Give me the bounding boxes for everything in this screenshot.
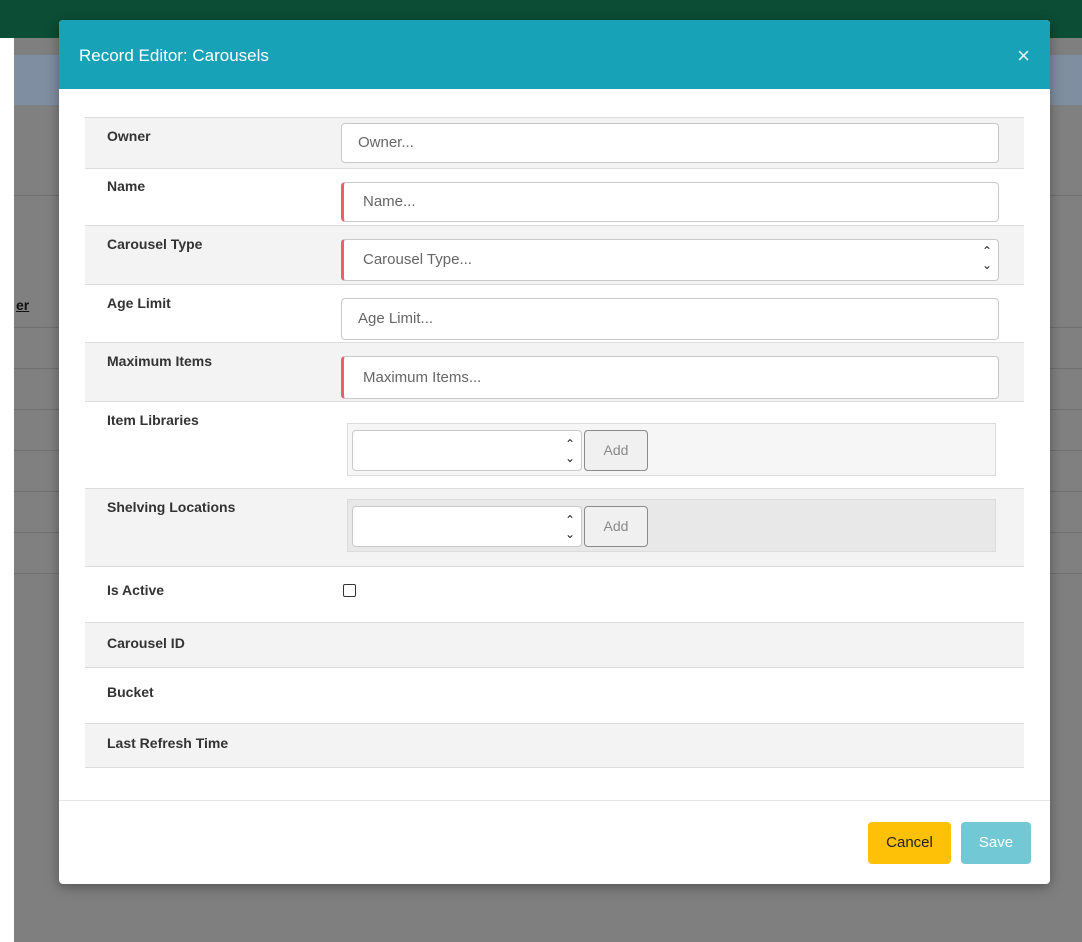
modal-footer: Cancel Save <box>59 800 1050 884</box>
last-refresh-time-row: Last Refresh Time <box>85 724 1024 768</box>
modal-header: Record Editor: Carousels × <box>59 20 1050 89</box>
item-libraries-row: Item Libraries ⌃ ⌄ Add <box>85 402 1024 489</box>
bucket-row: Bucket <box>85 668 1024 724</box>
shelving-locations-row: Shelving Locations ⌃ ⌄ Add <box>85 489 1024 567</box>
background-column-link[interactable]: er <box>16 297 29 313</box>
cancel-button[interactable]: Cancel <box>868 822 951 864</box>
is-active-row: Is Active <box>85 567 1024 623</box>
bucket-label: Bucket <box>107 684 154 700</box>
owner-input[interactable]: Owner... <box>341 123 999 163</box>
select-arrows-icon: ⌃ ⌄ <box>564 437 575 465</box>
record-editor-modal: Record Editor: Carousels × Owner Owner..… <box>59 20 1050 884</box>
item-libraries-box: ⌃ ⌄ Add <box>347 423 996 476</box>
is-active-checkbox[interactable] <box>343 584 356 597</box>
carousel-type-label: Carousel Type <box>107 236 203 252</box>
carousel-id-row: Carousel ID <box>85 623 1024 668</box>
select-arrows-icon: ⌃ ⌄ <box>981 244 992 272</box>
maximum-items-label: Maximum Items <box>107 353 213 369</box>
modal-title: Record Editor: Carousels <box>79 46 269 65</box>
maximum-items-row: Maximum Items Maximum Items... <box>85 343 1024 402</box>
age-limit-row: Age Limit Age Limit... <box>85 285 1024 343</box>
carousel-type-placeholder: Carousel Type... <box>363 251 472 268</box>
save-button[interactable]: Save <box>961 822 1031 864</box>
shelving-locations-label: Shelving Locations <box>107 499 236 515</box>
item-libraries-select[interactable]: ⌃ ⌄ <box>352 430 582 471</box>
carousel-id-label: Carousel ID <box>107 635 185 651</box>
add-item-library-button[interactable]: Add <box>584 430 648 471</box>
name-input[interactable]: Name... <box>341 182 999 222</box>
background-page <box>0 0 14 942</box>
close-icon[interactable]: × <box>1017 45 1030 67</box>
is-active-label: Is Active <box>107 582 165 598</box>
owner-label: Owner <box>107 128 151 144</box>
maximum-items-input[interactable]: Maximum Items... <box>341 356 999 399</box>
shelving-locations-select[interactable]: ⌃ ⌄ <box>352 506 582 547</box>
carousel-type-row: Carousel Type Carousel Type... ⌃ ⌄ <box>85 226 1024 285</box>
select-arrows-icon: ⌃ ⌄ <box>564 513 575 541</box>
age-limit-input[interactable]: Age Limit... <box>341 298 999 340</box>
owner-row: Owner Owner... <box>85 117 1024 169</box>
name-row: Name Name... <box>85 168 1024 226</box>
shelving-locations-box: ⌃ ⌄ Add <box>347 499 996 552</box>
item-libraries-label: Item Libraries <box>107 412 199 428</box>
carousel-type-select[interactable]: Carousel Type... ⌃ ⌄ <box>341 239 999 281</box>
add-shelving-location-button[interactable]: Add <box>584 506 648 547</box>
last-refresh-time-label: Last Refresh Time <box>107 735 229 751</box>
age-limit-label: Age Limit <box>107 295 171 311</box>
name-label: Name <box>107 178 146 194</box>
